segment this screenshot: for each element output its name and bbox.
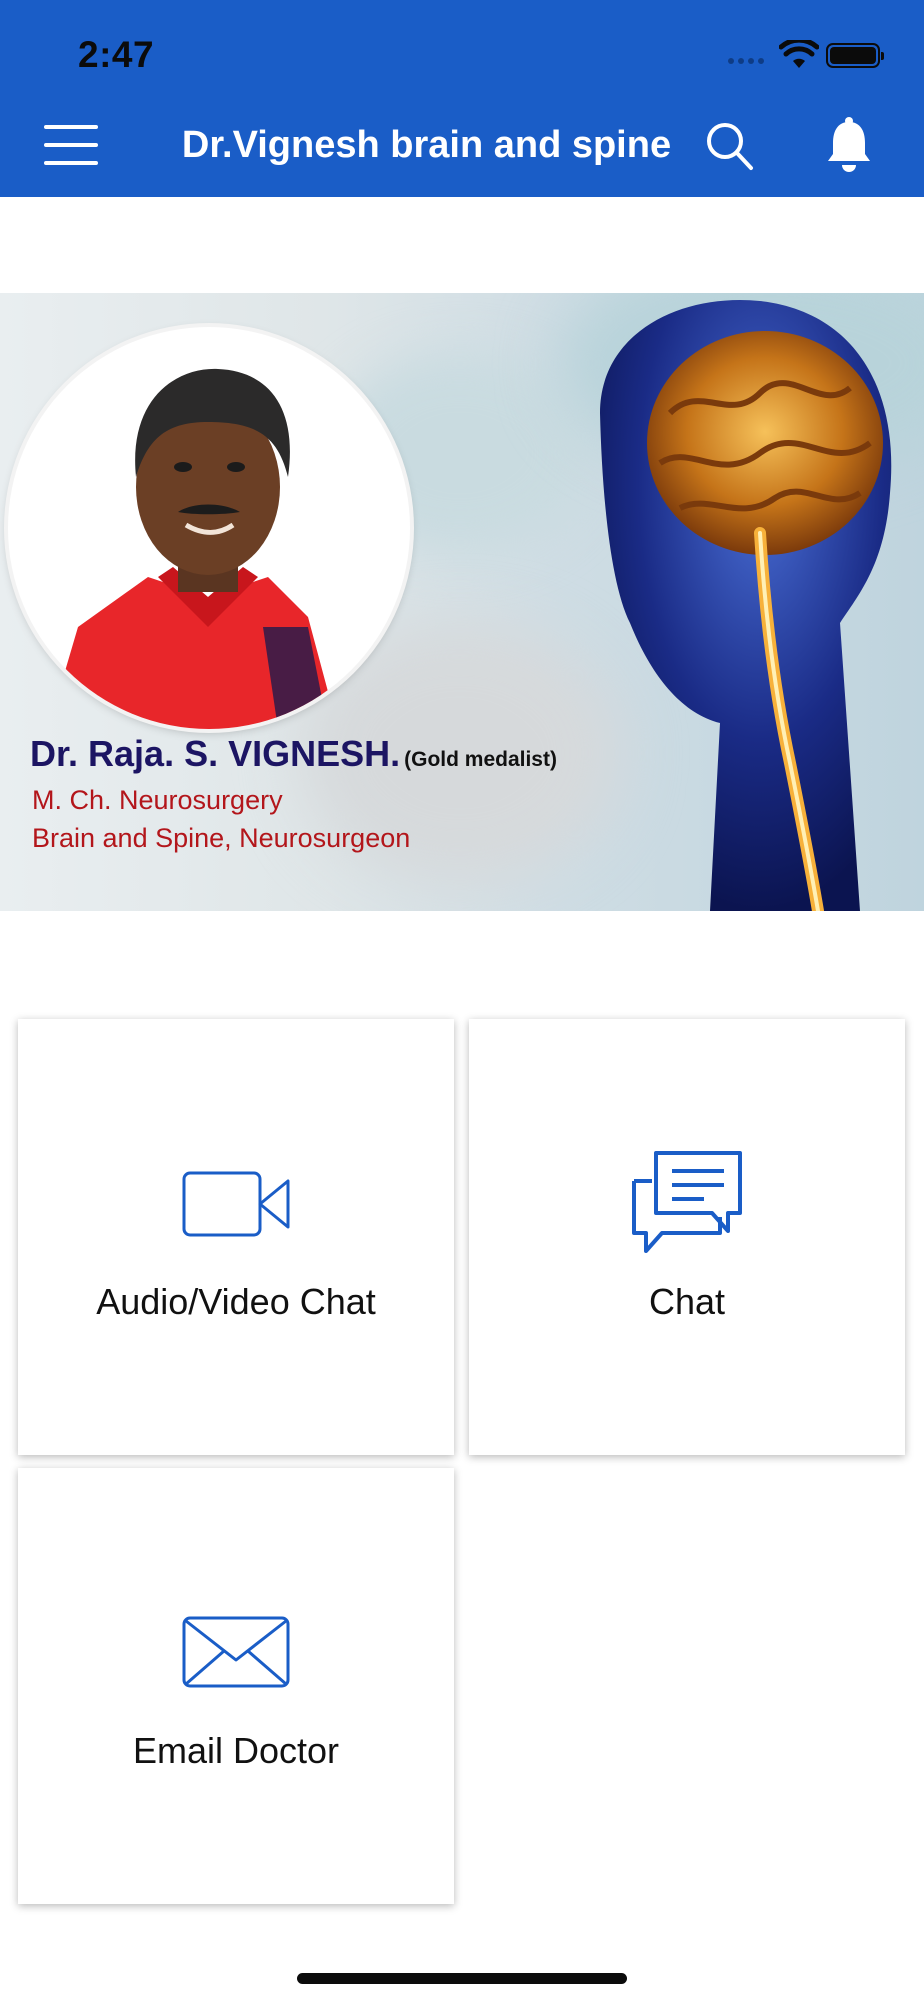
doctor-name: Dr. Raja. S. VIGNESH. (Gold medalist) bbox=[30, 733, 557, 775]
app-title: Dr.Vignesh brain and spine bbox=[181, 124, 672, 166]
tile-label-email-doctor: Email Doctor bbox=[132, 1730, 340, 1771]
battery-icon bbox=[826, 43, 884, 68]
doctor-name-text: Dr. Raja. S. VIGNESH. bbox=[30, 733, 401, 774]
app-header: 2:47 Dr.Vignesh brain and spine bbox=[0, 0, 924, 197]
video-camera-icon bbox=[182, 1171, 290, 1237]
home-indicator[interactable] bbox=[297, 1973, 627, 1984]
bell-icon[interactable] bbox=[826, 116, 872, 174]
status-time: 2:47 bbox=[78, 34, 155, 75]
tile-label-audio-video-chat: Audio/Video Chat bbox=[96, 1281, 376, 1322]
envelope-icon bbox=[182, 1616, 290, 1688]
doctor-portrait bbox=[8, 327, 410, 729]
gold-medalist-note: (Gold medalist) bbox=[404, 748, 557, 771]
chat-bubbles-icon bbox=[632, 1151, 742, 1253]
search-icon[interactable] bbox=[704, 120, 754, 172]
doctor-qualification: M. Ch. Neurosurgery bbox=[32, 785, 283, 815]
doctor-banner: Dr. Raja. S. VIGNESH. (Gold medalist) M. … bbox=[0, 293, 924, 911]
tile-label-chat: Chat bbox=[648, 1281, 726, 1322]
audio-video-chat-tile[interactable]: Audio/Video Chat bbox=[18, 1019, 454, 1455]
cellular-signal-icon bbox=[728, 58, 764, 64]
email-doctor-tile[interactable]: Email Doctor bbox=[18, 1468, 454, 1904]
chat-tile[interactable]: Chat bbox=[469, 1019, 905, 1455]
doctor-specialty: Brain and Spine, Neurosurgeon bbox=[32, 823, 411, 853]
brain-spine-illustration bbox=[600, 299, 892, 911]
wifi-icon bbox=[779, 40, 819, 68]
hamburger-menu-icon[interactable] bbox=[44, 125, 98, 165]
